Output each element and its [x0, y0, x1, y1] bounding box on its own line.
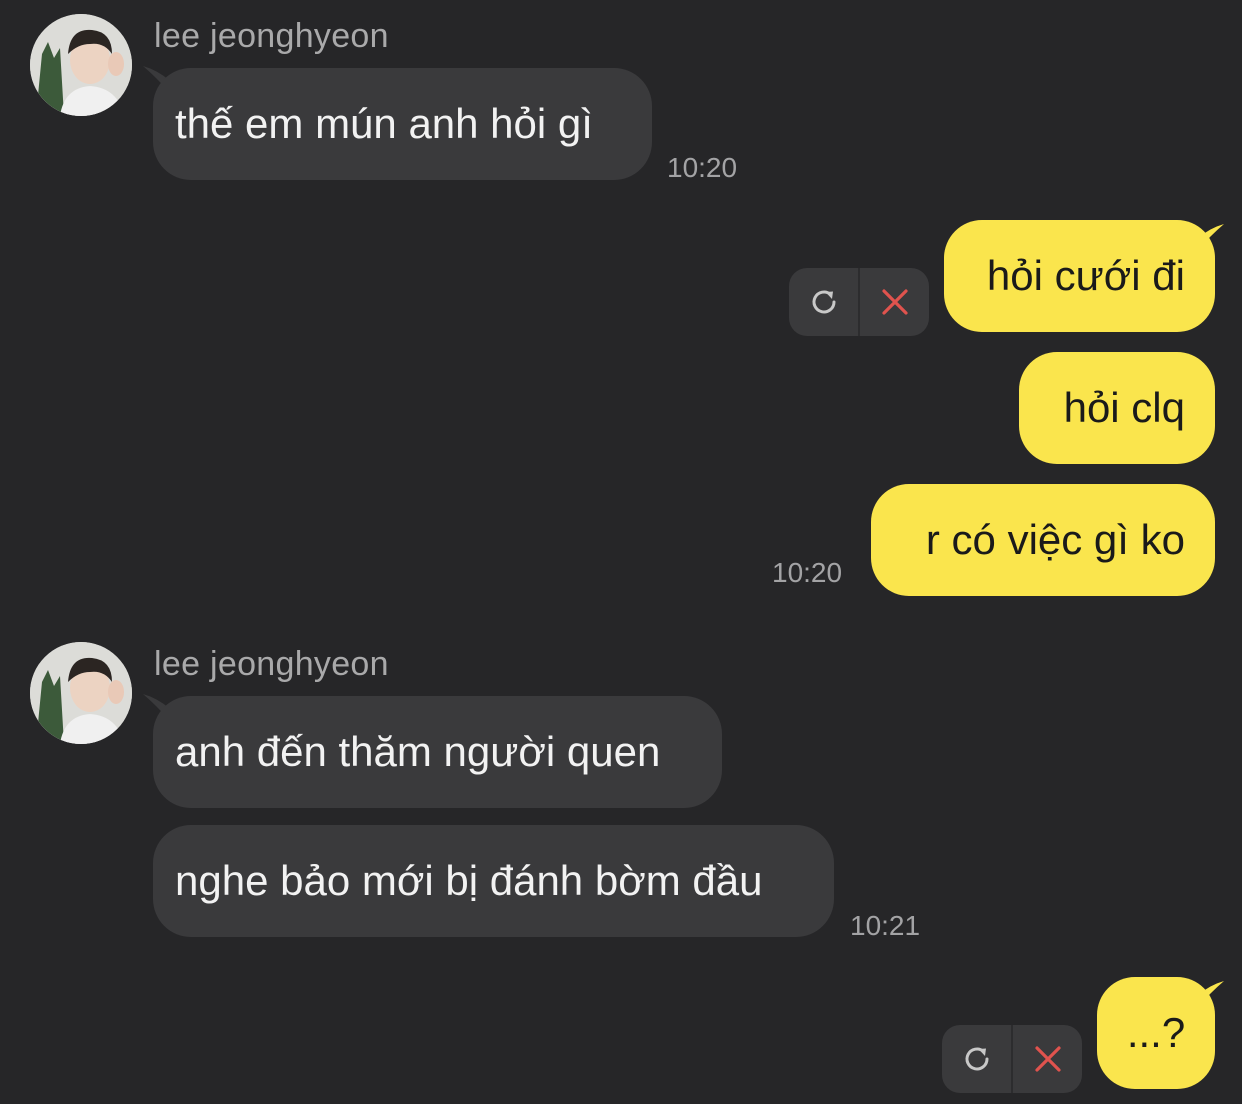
- sender-name: lee jeonghyeon: [154, 17, 389, 55]
- delete-button[interactable]: [860, 268, 929, 336]
- message-timestamp: 10:20: [667, 152, 738, 183]
- refresh-icon: [965, 1047, 988, 1071]
- failed-message-controls: [789, 268, 929, 336]
- close-icon: [881, 289, 908, 315]
- message-timestamp: 10:20: [772, 557, 843, 588]
- retry-button[interactable]: [942, 1025, 1011, 1093]
- message-bubble[interactable]: hỏi clq: [1019, 352, 1215, 464]
- close-icon: [1034, 1046, 1061, 1072]
- message-bubble[interactable]: hỏi cưới đi: [944, 220, 1215, 332]
- message-bubble[interactable]: thế em mún anh hỏi gì: [153, 68, 652, 180]
- message-timestamp: 10:21: [850, 910, 921, 941]
- delete-button[interactable]: [1013, 1025, 1082, 1093]
- retry-button[interactable]: [789, 268, 858, 336]
- failed-message-controls: [942, 1025, 1082, 1093]
- message-bubble[interactable]: r có việc gì ko: [871, 484, 1215, 596]
- bubble-tail: [1198, 224, 1224, 250]
- chat-thread: lee jeonghyeon thế em mún anh hỏi gì 10:…: [0, 0, 1242, 1104]
- sender-name: lee jeonghyeon: [154, 645, 389, 683]
- message-bubble[interactable]: nghe bảo mới bị đánh bờm đầu: [153, 825, 834, 937]
- bubble-tail: [1198, 981, 1224, 1007]
- sender-avatar[interactable]: [30, 642, 132, 744]
- sender-avatar[interactable]: [30, 14, 132, 116]
- refresh-icon: [812, 290, 835, 314]
- message-bubble[interactable]: anh đến thăm người quen: [153, 696, 722, 808]
